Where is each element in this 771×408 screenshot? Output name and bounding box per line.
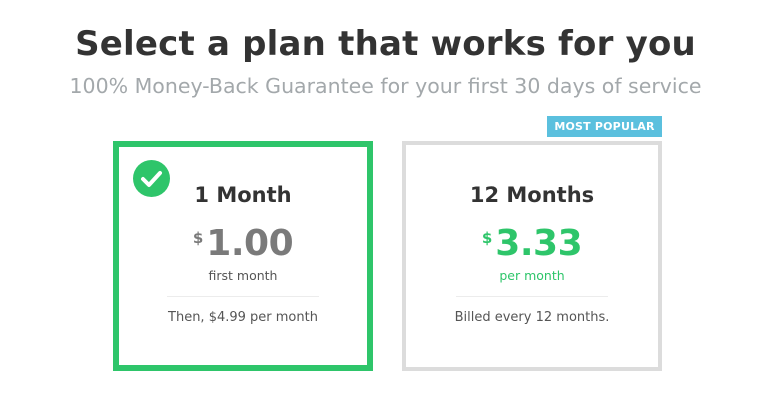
price-amount: 3.33: [495, 223, 583, 264]
billing-note: Then, $4.99 per month: [168, 310, 318, 325]
currency-symbol: $: [481, 229, 493, 247]
plan-price: $1.00: [119, 223, 367, 264]
currency-symbol: $: [192, 229, 204, 247]
plan-name: 12 Months: [469, 183, 595, 207]
billing-note: Billed every 12 months.: [454, 310, 610, 325]
most-popular-badge: MOST POPULAR: [547, 116, 662, 137]
page-subtitle: 100% Money-Back Guarantee for your first…: [69, 74, 702, 98]
plan-card-12-months[interactable]: 12 Months $3.33 per month Billed every 1…: [402, 141, 662, 371]
price-amount: 1.00: [206, 223, 294, 264]
price-note: first month: [208, 268, 278, 283]
plan-price: $3.33: [406, 223, 658, 264]
page-title: Select a plan that works for you: [75, 24, 696, 64]
divider: [456, 296, 608, 297]
plan-card-1-month[interactable]: 1 Month $1.00 first month Then, $4.99 pe…: [113, 141, 373, 371]
divider: [167, 296, 319, 297]
price-note: per month: [499, 268, 565, 283]
plan-name: 1 Month: [194, 183, 292, 207]
